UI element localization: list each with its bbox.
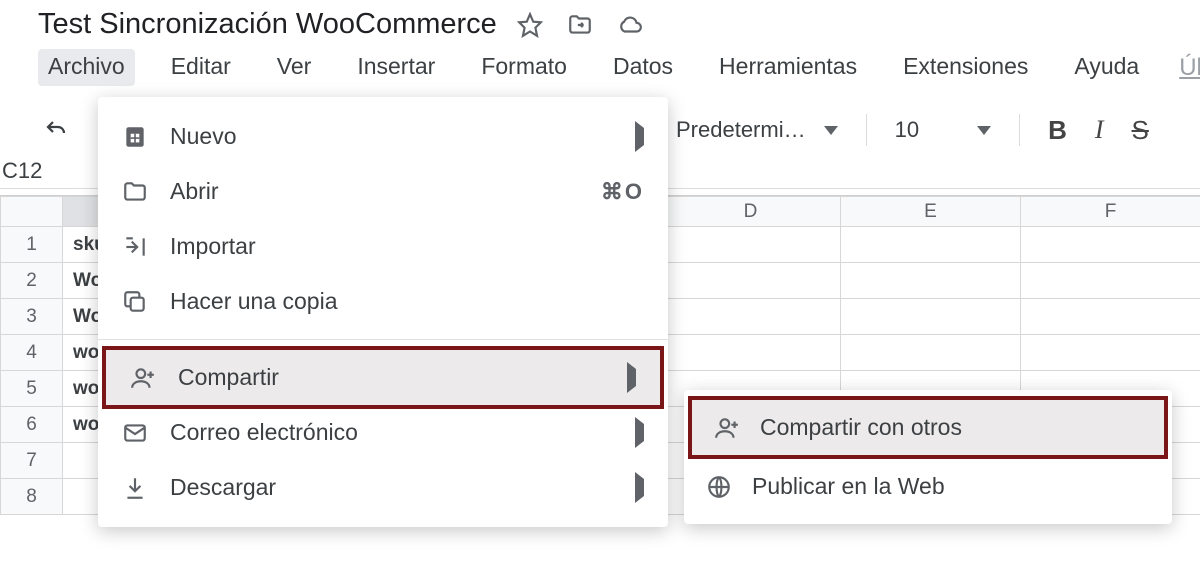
menu-bar: Archivo Editar Ver Insertar Formato Dato… [38,45,1200,90]
cell[interactable] [1021,299,1200,335]
submenu-arrow-icon [627,369,636,387]
person-add-icon [130,365,156,391]
chevron-down-icon [824,126,838,135]
menu-item-descargar[interactable]: Descargar [98,460,668,515]
globe-icon [706,474,732,500]
menu-item-correo[interactable]: Correo electrónico [98,405,668,460]
menu-separator [98,339,668,340]
chevron-down-icon [977,126,991,135]
cell[interactable]: sku [63,227,101,263]
keyboard-shortcut: ⌘O [601,179,644,205]
folder-icon [122,179,148,205]
font-size-value: 10 [895,117,919,143]
email-icon [122,420,148,446]
row-header[interactable]: 4 [1,335,63,371]
row-header[interactable]: 5 [1,371,63,407]
cell[interactable] [841,335,1021,371]
submenu-item-label: Publicar en la Web [752,473,945,500]
menu-ver[interactable]: Ver [267,49,322,86]
move-to-folder-icon[interactable] [567,12,593,38]
cell[interactable] [1021,263,1200,299]
menu-item-hacer-copia[interactable]: Hacer una copia [98,274,668,329]
cell[interactable] [661,227,841,263]
menu-archivo[interactable]: Archivo [38,49,135,86]
menu-ayuda[interactable]: Ayuda [1064,49,1149,86]
col-header[interactable]: D [661,197,841,227]
font-family-label: Predetermi… [676,117,806,143]
italic-button[interactable]: I [1095,115,1104,145]
cell[interactable]: wo [63,407,101,443]
font-family-dropdown[interactable]: Predetermi… [676,117,838,143]
submenu-item-publicar-web[interactable]: Publicar en la Web [684,459,1172,514]
cell[interactable] [661,263,841,299]
menu-item-label: Compartir [178,364,605,391]
select-all-cell[interactable] [1,197,63,227]
menu-insertar[interactable]: Insertar [347,49,445,86]
import-icon [122,234,148,260]
row-header[interactable]: 1 [1,227,63,263]
menu-editar[interactable]: Editar [161,49,241,86]
menu-herramientas[interactable]: Herramientas [709,49,867,86]
download-icon [122,475,148,501]
menu-item-compartir[interactable]: Compartir [102,346,664,409]
strikethrough-button[interactable]: S [1132,115,1149,146]
cell[interactable] [841,299,1021,335]
row-header[interactable]: 8 [1,479,63,515]
submenu-arrow-icon [635,479,644,497]
archivo-dropdown: Nuevo Abrir ⌘O Importar Hacer una copia … [98,97,668,527]
submenu-arrow-icon [635,128,644,146]
col-header[interactable]: E [841,197,1021,227]
menu-item-label: Correo electrónico [170,419,613,446]
separator [1019,114,1020,146]
star-icon[interactable] [517,12,543,38]
undo-icon[interactable] [44,118,68,142]
cell[interactable] [1021,335,1200,371]
cell[interactable]: wo [63,335,101,371]
menu-item-label: Importar [170,233,644,260]
cell[interactable]: Wo [63,299,101,335]
menu-item-label: Abrir [170,178,579,205]
compartir-submenu: Compartir con otros Publicar en la Web [684,390,1172,524]
new-sheet-icon [122,124,148,150]
row-header[interactable]: 2 [1,263,63,299]
font-size-dropdown[interactable]: 10 [895,117,991,143]
submenu-item-compartir-con-otros[interactable]: Compartir con otros [688,396,1168,459]
cell[interactable] [661,299,841,335]
row-header[interactable]: 3 [1,299,63,335]
cell[interactable]: Wo [63,263,101,299]
row-header[interactable]: 6 [1,407,63,443]
person-add-icon [714,415,740,441]
cell[interactable] [841,263,1021,299]
copy-icon [122,289,148,315]
row-header[interactable]: 7 [1,443,63,479]
document-title[interactable]: Test Sincronización WooCommerce [38,8,497,41]
col-header[interactable]: F [1021,197,1200,227]
submenu-arrow-icon [635,424,644,442]
cloud-status-icon[interactable] [617,12,643,38]
cell[interactable] [661,335,841,371]
menu-item-abrir[interactable]: Abrir ⌘O [98,164,668,219]
last-edit-link[interactable]: Úl [1179,54,1200,82]
cell[interactable] [63,479,101,515]
menu-item-label: Hacer una copia [170,288,644,315]
menu-item-importar[interactable]: Importar [98,219,668,274]
cell[interactable] [63,443,101,479]
menu-item-nuevo[interactable]: Nuevo [98,109,668,164]
menu-datos[interactable]: Datos [603,49,683,86]
col-header[interactable] [63,197,101,227]
cell[interactable]: wo [63,371,101,407]
cell[interactable] [1021,227,1200,263]
menu-item-label: Descargar [170,474,613,501]
bold-button[interactable]: B [1048,115,1067,146]
menu-item-label: Nuevo [170,123,613,150]
menu-formato[interactable]: Formato [471,49,577,86]
menu-extensiones[interactable]: Extensiones [893,49,1038,86]
cell[interactable] [841,227,1021,263]
separator [866,114,867,146]
submenu-item-label: Compartir con otros [760,414,962,441]
